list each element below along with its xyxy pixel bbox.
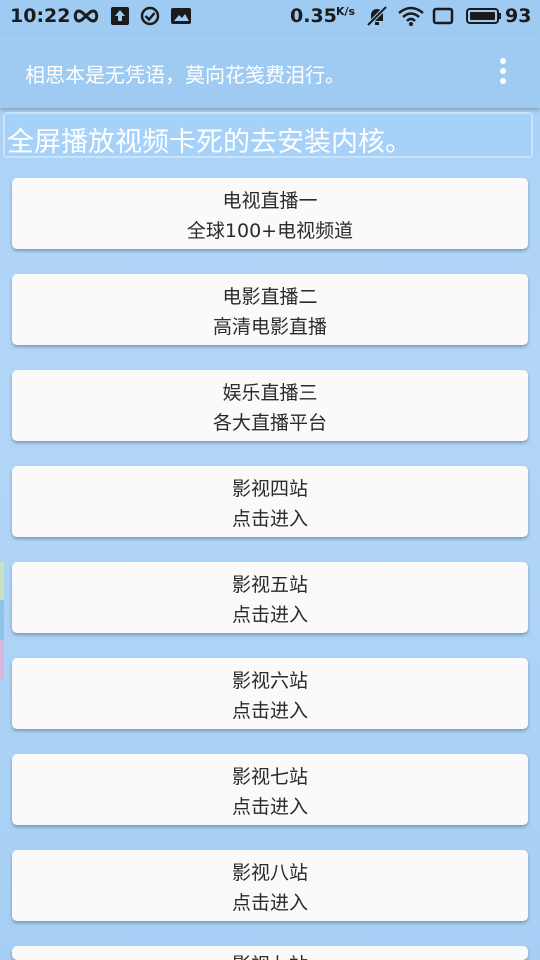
list-item-movie-live-2[interactable]: 电影直播二 高清电影直播 <box>12 274 528 345</box>
edge-strip <box>0 562 4 600</box>
app-bar: 相思本是无凭语，莫向花笺费泪行。 <box>0 34 540 108</box>
status-time: 10:22 <box>10 5 71 27</box>
list-item-entertainment-live-3[interactable]: 娱乐直播三 各大直播平台 <box>12 370 528 441</box>
image-icon <box>171 8 191 24</box>
network-speed: 0.35 <box>290 5 337 27</box>
edge-strip <box>0 600 4 640</box>
item-subtitle: 点击进入 <box>231 700 308 722</box>
mute-bell-icon <box>366 6 388 26</box>
status-bar: 10:22 0.35 K/s 93 <box>0 0 540 34</box>
list-item-video-site-7[interactable]: 影视七站 点击进入 <box>12 754 528 825</box>
item-title: 影视六站 <box>231 670 308 692</box>
check-circle-icon <box>140 6 160 26</box>
item-subtitle: 点击进入 <box>231 796 308 818</box>
item-title: 影视五站 <box>231 574 308 596</box>
item-subtitle: 点击进入 <box>231 604 308 626</box>
item-subtitle: 各大直播平台 <box>212 412 327 434</box>
wifi-icon <box>398 6 424 26</box>
battery-icon <box>466 8 501 24</box>
list-item-tv-live-1[interactable]: 电视直播一 全球100+电视频道 <box>12 178 528 249</box>
list-item-video-site-5[interactable]: 影视五站 点击进入 <box>12 562 528 633</box>
item-title: 电影直播二 <box>222 286 318 308</box>
item-title: 电视直播一 <box>222 190 318 212</box>
more-vert-icon[interactable] <box>494 56 512 86</box>
item-subtitle: 点击进入 <box>231 892 308 914</box>
edge-strip <box>0 640 4 680</box>
item-title: 影视九站 <box>12 950 528 960</box>
item-title: 影视四站 <box>231 478 308 500</box>
item-title: 娱乐直播三 <box>222 382 318 404</box>
infinity-icon <box>73 9 99 23</box>
app-title: 相思本是无凭语，莫向花笺费泪行。 <box>25 63 345 87</box>
item-subtitle: 全球100+电视频道 <box>186 220 354 242</box>
item-title: 影视七站 <box>231 766 308 788</box>
list-item-video-site-8[interactable]: 影视八站 点击进入 <box>12 850 528 921</box>
list-item-video-site-6[interactable]: 影视六站 点击进入 <box>12 658 528 729</box>
screen-rotate-icon <box>432 7 454 25</box>
upload-icon <box>111 7 129 25</box>
battery-level: 93 <box>505 5 532 27</box>
item-subtitle: 高清电影直播 <box>212 316 327 338</box>
list-item-video-site-9[interactable]: 影视九站 <box>12 946 528 960</box>
notice-banner: 全屏播放视频卡死的去安装内核。 <box>3 112 533 158</box>
list-item-video-site-4[interactable]: 影视四站 点击进入 <box>12 466 528 537</box>
speed-unit: K/s <box>336 5 356 18</box>
item-title: 影视八站 <box>231 862 308 884</box>
item-subtitle: 点击进入 <box>231 508 308 530</box>
notice-text: 全屏播放视频卡死的去安装内核。 <box>7 127 412 158</box>
